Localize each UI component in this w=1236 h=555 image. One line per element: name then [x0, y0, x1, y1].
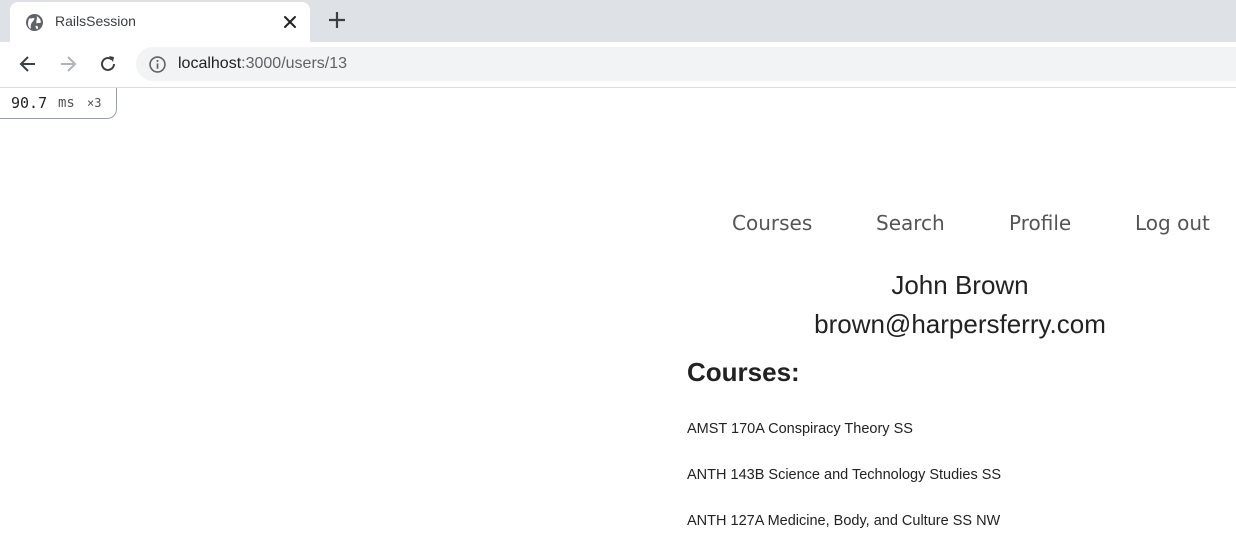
profiler-unit: ms [58, 95, 75, 111]
plus-icon[interactable] [326, 9, 348, 31]
user-email: brown@harpersferry.com [814, 309, 1106, 339]
reload-icon[interactable] [97, 53, 119, 75]
back-arrow-icon[interactable] [17, 53, 39, 75]
profiler-count: ×3 [87, 96, 102, 110]
nav-search-link[interactable]: Search [876, 211, 945, 235]
forward-arrow-icon[interactable] [57, 53, 79, 75]
nav-courses-link[interactable]: Courses [732, 211, 812, 235]
address-bar[interactable]: localhost:3000/users/13 [136, 47, 1236, 81]
url-host: localhost [178, 55, 242, 72]
course-item[interactable]: ANTH 127A Medicine, Body, and Culture SS… [687, 513, 1000, 529]
browser-tab[interactable]: RailsSession [10, 2, 310, 42]
profiler-time: 90.7 [11, 94, 48, 112]
nav-profile-link[interactable]: Profile [1009, 211, 1071, 235]
close-icon[interactable] [282, 14, 298, 30]
user-name: John Brown [891, 270, 1029, 300]
tab-strip: RailsSession [0, 0, 1236, 42]
info-icon[interactable] [149, 56, 166, 73]
course-item[interactable]: AMST 170A Conspiracy Theory SS [687, 421, 913, 437]
profiler-badge[interactable]: 90.7 ms ×3 [0, 88, 117, 119]
course-item[interactable]: ANTH 143B Science and Technology Studies… [687, 467, 1001, 483]
url-text[interactable]: localhost:3000/users/13 [178, 55, 347, 73]
nav-logout-link[interactable]: Log out [1135, 211, 1210, 235]
courses-heading: Courses: [687, 357, 800, 387]
globe-icon [26, 14, 43, 31]
tab-title: RailsSession [55, 13, 136, 29]
browser-toolbar: localhost:3000/users/13 [0, 42, 1236, 88]
url-path: :3000/users/13 [241, 55, 348, 72]
